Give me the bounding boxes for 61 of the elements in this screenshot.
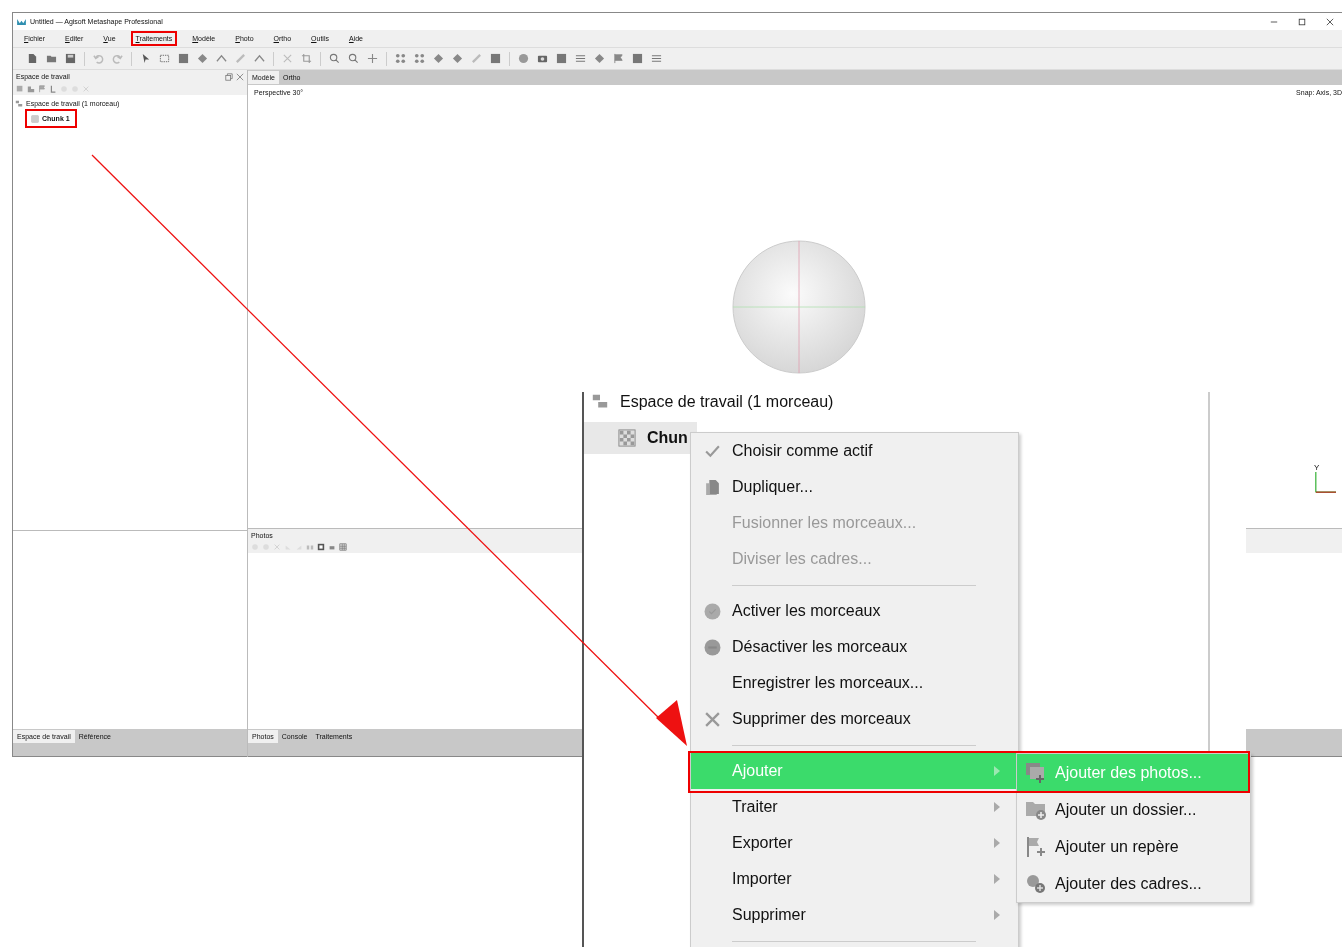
tree-item[interactable]: Espace de travail (1 morceau) — [620, 393, 834, 411]
menu-item[interactable]: Ajouter un repère — [1017, 828, 1250, 865]
menu-item[interactable]: Désactiver les morceaux — [691, 629, 1018, 665]
submenu-arrow-icon — [994, 910, 1000, 920]
zoom-in-icon[interactable] — [329, 53, 340, 64]
crop-icon[interactable] — [301, 53, 312, 64]
app-icon — [17, 18, 26, 25]
submenu-arrow-icon — [994, 766, 1000, 776]
menu-item[interactable]: Supprimer — [691, 897, 1018, 933]
workspace-icon — [15, 99, 23, 108]
flag-icon[interactable] — [38, 85, 46, 93]
cross-icon — [703, 710, 721, 728]
axis-gizmo-icon — [1314, 472, 1336, 494]
tree-item-label: Chun — [647, 429, 688, 447]
grid-icon[interactable] — [414, 53, 425, 64]
axis-label: Y — [1314, 463, 1321, 472]
document-icon — [703, 478, 721, 496]
menu-item[interactable]: Exporter — [691, 825, 1018, 861]
flag-icon — [1025, 835, 1047, 858]
list-icon[interactable] — [575, 53, 586, 64]
close-icon[interactable] — [236, 72, 244, 81]
menu-item[interactable]: Dupliquer... — [691, 469, 1018, 505]
pointer-icon[interactable] — [140, 53, 151, 64]
selection-icon[interactable] — [159, 53, 170, 64]
flag-icon[interactable] — [613, 53, 624, 64]
grid-icon[interactable] — [339, 543, 347, 551]
submenu-arrow-icon — [994, 802, 1000, 812]
minus-circle-icon — [703, 638, 721, 656]
folder-icon[interactable] — [46, 53, 57, 64]
tree-item-row[interactable]: Chun — [584, 422, 697, 454]
stack-icon[interactable] — [651, 53, 662, 64]
points-icon[interactable] — [395, 53, 406, 64]
menu-item[interactable]: Activer les morceaux — [691, 593, 1018, 629]
menu-item[interactable]: Supprimer des morceaux — [691, 701, 1018, 737]
new-file-icon[interactable] — [27, 53, 38, 64]
diamond-icon[interactable] — [594, 53, 605, 64]
caret-icon[interactable] — [254, 53, 265, 64]
frame-icon[interactable] — [317, 543, 325, 551]
redo-icon[interactable] — [112, 53, 123, 64]
camera-icon[interactable] — [537, 53, 548, 64]
close-icon[interactable] — [1326, 17, 1334, 26]
menu-item[interactable]: Importer — [691, 861, 1018, 897]
polyline-icon[interactable] — [216, 53, 227, 64]
submenu-arrow-icon — [994, 838, 1000, 848]
submenu-arrow-icon — [994, 874, 1000, 884]
chunk-icon — [31, 114, 39, 123]
menu-item[interactable]: Enregistrer les morceaux... — [691, 665, 1018, 701]
float-icon[interactable] — [225, 72, 233, 81]
frames-icon — [1025, 872, 1047, 895]
menu-item[interactable]: Ajouter un dossier... — [1017, 791, 1250, 828]
chunk-icon — [617, 429, 637, 447]
circle-icon — [703, 602, 721, 620]
globe-icon[interactable] — [518, 53, 529, 64]
move-icon[interactable] — [367, 53, 378, 64]
photos-icon — [1025, 761, 1047, 784]
zoom-out-icon[interactable] — [348, 53, 359, 64]
menu-item[interactable]: Ajouter des cadres... — [1017, 865, 1250, 902]
maximize-icon[interactable] — [1298, 17, 1306, 26]
save-icon[interactable] — [65, 53, 76, 64]
menu-item[interactable]: Traiter — [691, 789, 1018, 825]
undo-icon[interactable] — [93, 53, 104, 64]
